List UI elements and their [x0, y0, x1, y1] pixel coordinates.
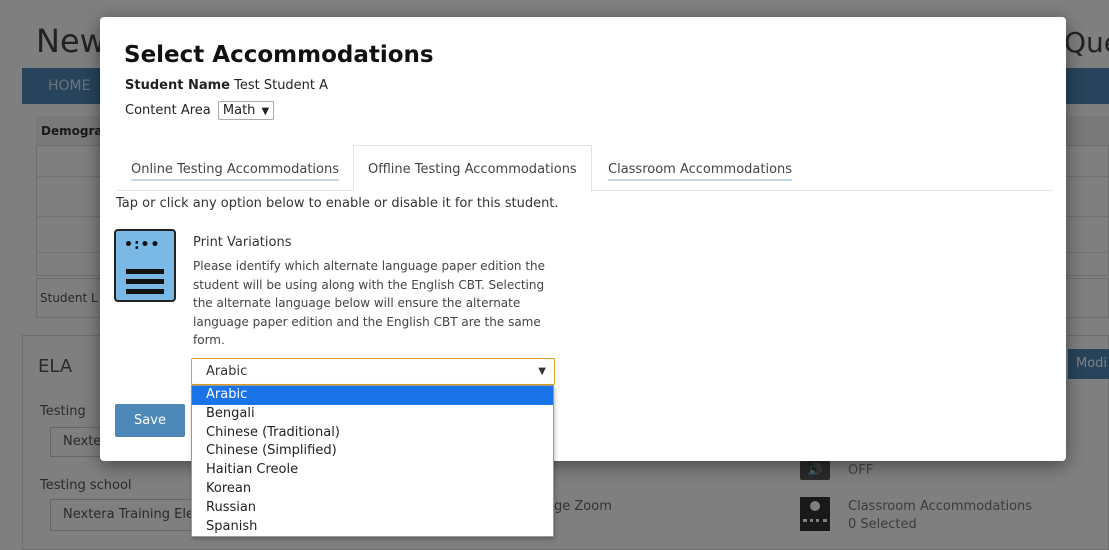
- tab-offline-testing[interactable]: Offline Testing Accommodations: [353, 145, 592, 192]
- language-option[interactable]: Bengali: [192, 405, 553, 424]
- language-option[interactable]: Russian: [192, 499, 553, 518]
- modal-title: Select Accommodations: [124, 42, 434, 68]
- save-button[interactable]: Save: [115, 404, 185, 437]
- language-option[interactable]: Chinese (Simplified): [192, 442, 553, 461]
- icon-line: [126, 279, 164, 284]
- tab-label: Online Testing Accommodations: [131, 162, 339, 181]
- tab-label: Classroom Accommodations: [608, 162, 793, 181]
- icon-line: [126, 289, 164, 294]
- language-option[interactable]: Arabic: [192, 386, 553, 405]
- content-area-row: Content Area Math ▼: [125, 101, 275, 120]
- language-dropdown-list: Arabic Bengali Chinese (Traditional) Chi…: [191, 385, 554, 537]
- content-area-label: Content Area: [125, 103, 211, 118]
- content-area-value: Math: [222, 103, 256, 118]
- document-print-icon[interactable]: •:••: [114, 229, 176, 302]
- chevron-down-icon: ▼: [538, 366, 546, 377]
- student-name-row: Student Name Test Student A: [125, 78, 328, 93]
- content-area-select[interactable]: Math ▼: [217, 101, 275, 120]
- icon-line: [126, 269, 164, 274]
- tab-online-testing[interactable]: Online Testing Accommodations: [131, 145, 339, 192]
- language-option[interactable]: Korean: [192, 480, 553, 499]
- instructions-text: Tap or click any option below to enable …: [116, 196, 559, 211]
- tab-label: Offline Testing Accommodations: [368, 162, 577, 177]
- student-name-label: Student Name: [125, 78, 230, 93]
- chevron-down-icon: ▼: [261, 106, 270, 117]
- language-option[interactable]: Chinese (Traditional): [192, 424, 553, 443]
- language-option[interactable]: Spanish: [192, 518, 553, 537]
- language-select-value: Arabic: [206, 364, 248, 379]
- language-option[interactable]: Haitian Creole: [192, 461, 553, 480]
- print-variations-title: Print Variations: [193, 235, 292, 250]
- accommodation-tabs: Online Testing Accommodations Offline Te…: [117, 145, 1053, 192]
- student-name-value: Test Student A: [234, 78, 329, 93]
- icon-dots: •:••: [124, 237, 161, 253]
- tab-classroom[interactable]: Classroom Accommodations: [608, 145, 793, 192]
- print-variations-description: Please identify which alternate language…: [193, 259, 546, 347]
- language-select[interactable]: Arabic ▼: [191, 358, 555, 385]
